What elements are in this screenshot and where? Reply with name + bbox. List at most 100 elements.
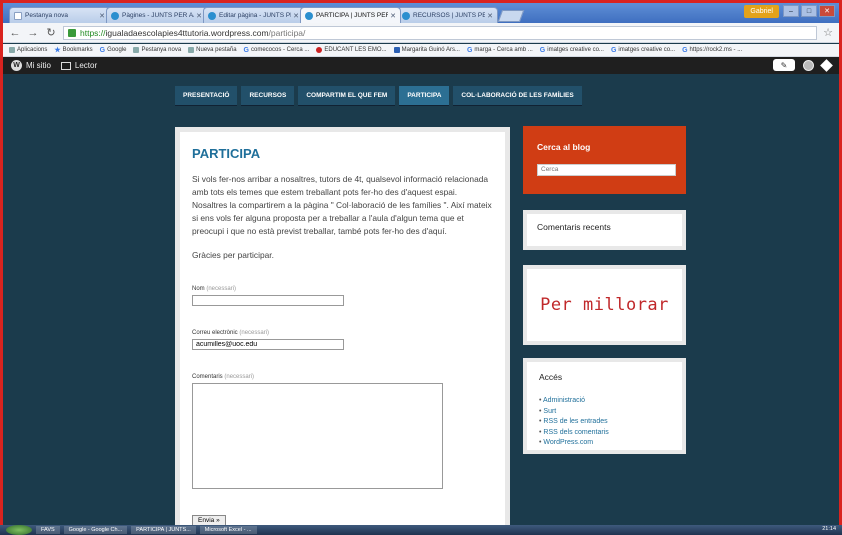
search-widget-title: Cerca al blog <box>537 142 591 152</box>
profile-chip[interactable]: Gabriel <box>744 5 779 18</box>
nav-recursos[interactable]: RECURSOS <box>241 86 295 106</box>
my-site-link[interactable]: W Mi sitio <box>11 60 51 71</box>
new-tab-button[interactable] <box>497 10 525 22</box>
link-surt[interactable]: Surt <box>539 407 670 418</box>
notifications-icon[interactable] <box>820 58 833 72</box>
tab-editar-pagina[interactable]: Editar pàgina - JUNTS PER ✕ <box>203 7 304 23</box>
bookmark-imatges-1[interactable]: Gimatges creative co... <box>540 47 604 54</box>
google-icon: G <box>539 46 546 54</box>
bookmark-google[interactable]: G Google <box>100 47 127 54</box>
link-rss-comentaris[interactable]: RSS dels comentaris <box>539 428 670 439</box>
email-field[interactable] <box>192 339 344 350</box>
google-icon: G <box>99 46 106 54</box>
reload-icon[interactable]: ↻ <box>45 26 57 39</box>
bookmark-pestanya-nova[interactable]: Pestanya nova <box>133 47 181 53</box>
url-input[interactable]: https:// igualadaescolapies4ttutoria.wor… <box>63 25 818 40</box>
required-note: (necessari) <box>239 330 270 336</box>
required-note: (necessari) <box>206 286 237 292</box>
nav-participa[interactable]: PARTICIPA <box>399 86 450 106</box>
recent-comments-title: Comentaris recents <box>537 222 611 232</box>
bookmark-margarita[interactable]: Margarita Guinó Ars... <box>393 47 460 53</box>
name-field[interactable] <box>192 295 344 306</box>
close-icon[interactable]: ✕ <box>390 12 396 20</box>
improve-image-widget[interactable]: Per millorar <box>523 265 686 345</box>
wordpress-icon <box>402 11 410 20</box>
nav-compartim[interactable]: COMPARTIM EL QUE FEM <box>298 86 396 106</box>
maximize-icon[interactable]: □ <box>801 5 817 17</box>
link-administracio[interactable]: Administració <box>539 396 670 407</box>
bookmark-label: Bookmarks <box>62 47 93 53</box>
url-path: /participa/ <box>268 27 306 38</box>
close-icon[interactable]: ✕ <box>293 12 299 20</box>
bookmark-label: Aplicacions <box>17 47 48 53</box>
wordpress-icon <box>111 11 119 20</box>
taskbar-item[interactable]: FAVS <box>36 526 60 534</box>
tab-recursos[interactable]: RECURSOS | JUNTS PER A ✕ <box>397 7 498 23</box>
access-links: Administració Surt RSS de les entrades R… <box>539 396 670 449</box>
site-navigation: PRESENTACIÓ RECURSOS COMPARTIM EL QUE FE… <box>175 86 582 106</box>
email-label-text: Correu electrònic <box>192 330 238 336</box>
reader-link[interactable]: Lector <box>60 61 97 70</box>
page-title: PARTICIPA <box>192 146 261 161</box>
bookmark-marga[interactable]: Gmarga - Cerca amb ... <box>467 47 533 54</box>
tab-label: PARTICIPA | JUNTS PER A <box>316 12 389 19</box>
google-icon: G <box>610 46 617 54</box>
access-title: Accés <box>539 372 563 382</box>
back-icon[interactable]: ← <box>9 27 21 39</box>
write-post-icon[interactable]: ✎ <box>773 59 795 71</box>
close-icon[interactable]: ✕ <box>487 12 493 20</box>
bookmark-imatges-2[interactable]: Gimatges creative co... <box>611 47 675 54</box>
taskbar-item[interactable]: Microsoft Excel - ... <box>199 526 257 534</box>
bookmark-star-icon[interactable]: ☆ <box>823 26 833 39</box>
bookmark-bookmarks[interactable]: ★ Bookmarks <box>54 46 92 54</box>
access-widget: Accés Administració Surt RSS de les entr… <box>523 358 686 454</box>
url-host: igualadaescolapies4ttutoria.wordpress.co… <box>105 27 269 38</box>
bookmark-label: Margarita Guinó Ars... <box>401 47 460 53</box>
bookmark-apps[interactable]: Aplicacions <box>9 47 47 53</box>
taskbar-item[interactable]: PARTICIPA | JUNTS... <box>131 526 196 534</box>
tab-pagines[interactable]: Pàgines - JUNTS PER AJUD ✕ <box>106 7 207 23</box>
minimize-icon[interactable]: – <box>783 5 799 17</box>
taskbar-item[interactable]: Google - Google Ch... <box>63 526 128 534</box>
bookmark-label: comecocos - Cerca ... <box>251 47 310 53</box>
bookmarks-bar: Aplicacions ★ Bookmarks G Google Pestanya … <box>3 44 839 57</box>
tab-label: Pàgines - JUNTS PER AJUD <box>122 12 194 19</box>
tab-participa[interactable]: PARTICIPA | JUNTS PER A ✕ <box>300 7 401 23</box>
close-icon[interactable]: ✕ <box>196 12 202 20</box>
name-label-text: Nom <box>192 286 205 292</box>
improve-image: Per millorar <box>540 295 669 315</box>
bookmark-label: marga - Cerca amb ... <box>474 47 533 53</box>
os-taskbar: FAVS Google - Google Ch... PARTICIPA | J… <box>0 525 842 535</box>
blog-search-input[interactable] <box>537 163 676 176</box>
email-label: Correu electrònic (necessari) <box>192 330 493 336</box>
search-widget: Cerca al blog <box>523 126 686 194</box>
comment-label-text: Comentaris <box>192 374 223 380</box>
bookmark-educant[interactable]: EDUCANT LES EMO... <box>316 47 387 53</box>
google-icon: G <box>682 46 688 54</box>
avatar[interactable] <box>803 59 814 71</box>
nav-col-laboracio[interactable]: COL·LABORACIÓ DE LES FAMÍLIES <box>453 86 582 106</box>
wordpress-admin-bar: W Mi sitio Lector ✎ <box>3 57 839 74</box>
bookmark-label: Pestanya nova <box>141 47 182 53</box>
page-icon <box>188 47 195 53</box>
url-scheme: https:// <box>80 27 106 38</box>
forward-icon[interactable]: → <box>27 27 39 39</box>
link-rss-entrades[interactable]: RSS de les entrades <box>539 417 670 428</box>
link-wordpress-com[interactable]: WordPress.com <box>539 438 670 449</box>
tab-label: Editar pàgina - JUNTS PER <box>219 12 291 19</box>
star-icon: ★ <box>54 47 61 54</box>
nav-presentacio[interactable]: PRESENTACIÓ <box>175 86 238 106</box>
start-button[interactable] <box>6 525 32 535</box>
bookmark-rock2[interactable]: Ghttps://rock2.ms - ... <box>682 47 742 54</box>
window-close-icon[interactable]: ✕ <box>819 5 835 17</box>
close-icon[interactable]: ✕ <box>99 12 105 20</box>
comment-textarea[interactable] <box>192 383 443 489</box>
bookmark-label: Google <box>107 47 127 53</box>
bookmark-nueva-pestana[interactable]: Nueva pestaña <box>188 47 237 53</box>
bookmark-comecocos[interactable]: Gcomecocos - Cerca ... <box>244 47 310 54</box>
tab-new-tab[interactable]: Pestanya nova ✕ <box>9 7 110 23</box>
pinterest-icon <box>316 47 323 53</box>
bookmark-label: EDUCANT LES EMO... <box>324 47 387 53</box>
lock-icon <box>68 28 76 37</box>
required-note: (necessari) <box>224 374 255 380</box>
